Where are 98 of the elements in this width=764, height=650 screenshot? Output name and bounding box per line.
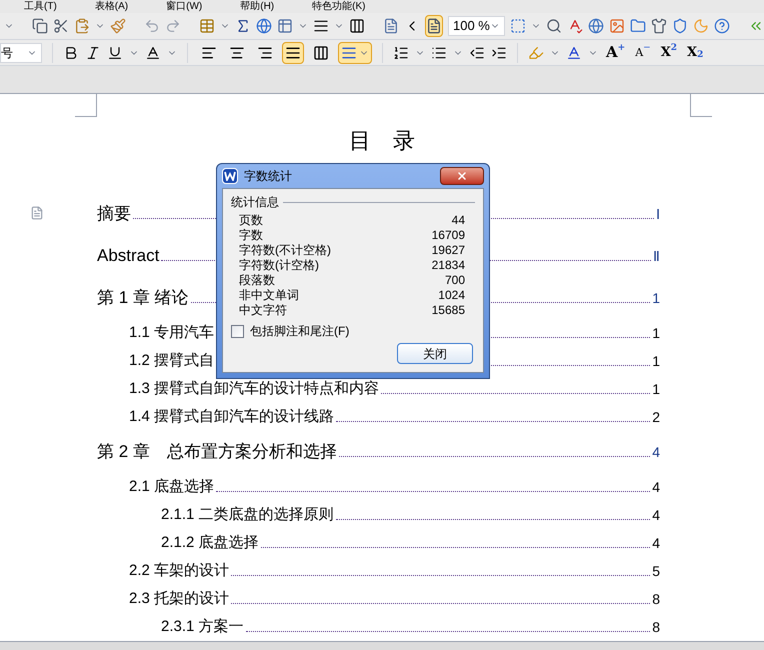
underline-icon[interactable] xyxy=(107,44,123,60)
menu-item[interactable]: 窗口(W) xyxy=(166,2,202,12)
image-icon[interactable] xyxy=(608,18,625,34)
toc-entry-title: 1.2 摆臂式自 xyxy=(129,350,214,371)
toc-entry-title: 第 2 章 总布置方案分析和选择 xyxy=(97,441,337,464)
bullet-list-icon[interactable] xyxy=(431,44,447,60)
stat-value: 16709 xyxy=(432,226,465,244)
margin-corner-mark xyxy=(75,94,97,117)
line-spacing-button[interactable] xyxy=(338,42,372,64)
cut-icon[interactable] xyxy=(53,18,69,34)
toc-page-number: 1 xyxy=(652,352,660,370)
group-label: 统计信息 xyxy=(231,194,279,211)
stat-value: 1024 xyxy=(438,286,465,304)
folder-icon[interactable] xyxy=(630,18,646,34)
toc-page-number: Ⅱ xyxy=(653,246,660,266)
align-icon xyxy=(257,44,273,60)
toc-entry-title: Abstract xyxy=(97,245,160,268)
zoom-field[interactable]: 100 % xyxy=(448,16,505,36)
stat-value: 19627 xyxy=(432,242,465,258)
stat-label: 中文字符 xyxy=(239,302,287,318)
superscript-button[interactable]: X$^{2}$ xyxy=(658,42,680,64)
indent-icon[interactable] xyxy=(491,44,507,60)
shrink-font-button[interactable]: A$^{−}$ xyxy=(633,42,653,64)
align-icon xyxy=(201,44,217,60)
globe-icon[interactable] xyxy=(588,18,604,34)
toc-entry-title: 1.3 摆臂式自卸汽车的设计特点和内容 xyxy=(129,378,380,399)
search-icon[interactable] xyxy=(546,18,562,34)
toc-page-number: 8 xyxy=(652,590,660,608)
toc-entry-title: 2.1 底盘选择 xyxy=(129,476,214,497)
close-button[interactable] xyxy=(440,167,484,185)
toc-page-number: Ⅰ xyxy=(656,204,660,224)
toc-page-number: 5 xyxy=(652,562,660,580)
toc-page-number: 4 xyxy=(652,534,660,552)
app-logo-icon xyxy=(222,168,238,184)
page-icon xyxy=(426,18,442,34)
grow-font-button[interactable]: A$^{+}$ xyxy=(604,42,628,64)
stat-label: 段落数 xyxy=(239,272,275,288)
table-icon[interactable] xyxy=(277,18,293,34)
toc-entry-title: 2.1.2 底盘选择 xyxy=(161,532,259,553)
toc-page-number: 1 xyxy=(652,324,660,342)
align-icon xyxy=(229,44,245,60)
toc-page-number: 8 xyxy=(652,618,660,636)
stat-value: 15685 xyxy=(432,302,465,318)
page-view-button[interactable] xyxy=(425,15,443,37)
dialog-title: 字数统计 xyxy=(244,168,292,185)
stat-label: 字符数(不计空格) xyxy=(239,242,331,258)
format-painter-icon[interactable] xyxy=(110,18,126,34)
toc-page-number: 4 xyxy=(652,506,660,524)
numbered-list-icon[interactable] xyxy=(393,44,409,60)
toc-page-number: 4 xyxy=(652,478,660,496)
select-icon[interactable] xyxy=(510,18,526,34)
stat-label: 页数 xyxy=(239,212,263,228)
close-icon xyxy=(456,170,468,182)
menu-item[interactable]: 工具(T) xyxy=(24,2,57,12)
paste-icon[interactable] xyxy=(74,18,90,34)
toc-page-number: 4 xyxy=(652,442,660,462)
toc-entry-title: 第 1 章 绪论 xyxy=(97,287,189,310)
font-size-icon[interactable] xyxy=(145,44,161,60)
checkbox-label: 包括脚注和尾注(F) xyxy=(250,323,350,340)
font-size-field[interactable]: 号 xyxy=(0,42,42,62)
align-button[interactable] xyxy=(282,42,304,64)
shirt-icon[interactable] xyxy=(650,18,667,34)
shield-icon[interactable] xyxy=(672,18,688,34)
align-icon xyxy=(313,44,329,60)
stat-value: 21834 xyxy=(432,256,465,274)
toc-entry-title: 2.2 车架的设计 xyxy=(129,560,230,581)
toc-entry-title: 2.1.1 二类底盘的选择原则 xyxy=(161,504,334,525)
toc-page-number: 1 xyxy=(652,288,660,308)
font-color-icon[interactable] xyxy=(566,44,582,60)
globe-icon[interactable] xyxy=(256,18,272,34)
stat-label: 字数 xyxy=(239,226,263,244)
toc-entry-title: 1.4 摆臂式自卸汽车的设计线路 xyxy=(129,406,334,427)
italic-icon[interactable] xyxy=(85,44,101,60)
paragraph-icon[interactable] xyxy=(30,206,44,220)
toc-page-number: 1 xyxy=(652,380,660,398)
checkbox[interactable] xyxy=(231,324,244,338)
help-icon[interactable] xyxy=(714,18,730,34)
table-icon[interactable] xyxy=(199,18,215,34)
close-dialog-button[interactable]: 关闭 xyxy=(397,343,473,364)
menu-item[interactable]: 表格(A) xyxy=(94,2,128,12)
menu-item[interactable]: 帮助(H) xyxy=(240,2,274,12)
toc-entry-title: 摘要 xyxy=(97,203,131,226)
margin-corner-mark xyxy=(690,94,712,117)
toc-entry-title: 2.3 托架的设计 xyxy=(129,588,230,609)
stat-value: 44 xyxy=(452,212,465,228)
stat-label: 非中文单词 xyxy=(239,286,299,304)
stat-label: 字符数(计空格) xyxy=(239,256,319,274)
toc-heading: 目 录 xyxy=(349,127,415,155)
document-icon[interactable] xyxy=(383,18,399,34)
menu-item[interactable]: 特色功能(K) xyxy=(312,2,366,12)
outdent-icon[interactable] xyxy=(469,44,485,60)
stat-value: 700 xyxy=(444,272,465,288)
toc-page-number: 2 xyxy=(652,408,660,426)
copy-icon[interactable] xyxy=(32,18,48,34)
align-icon xyxy=(285,44,301,60)
toc-entry-title: 2.3.1 方案一 xyxy=(161,616,244,637)
toc-entry-title: 1.1 专用汽车 xyxy=(129,322,214,343)
line-spacing-icon xyxy=(341,44,357,60)
